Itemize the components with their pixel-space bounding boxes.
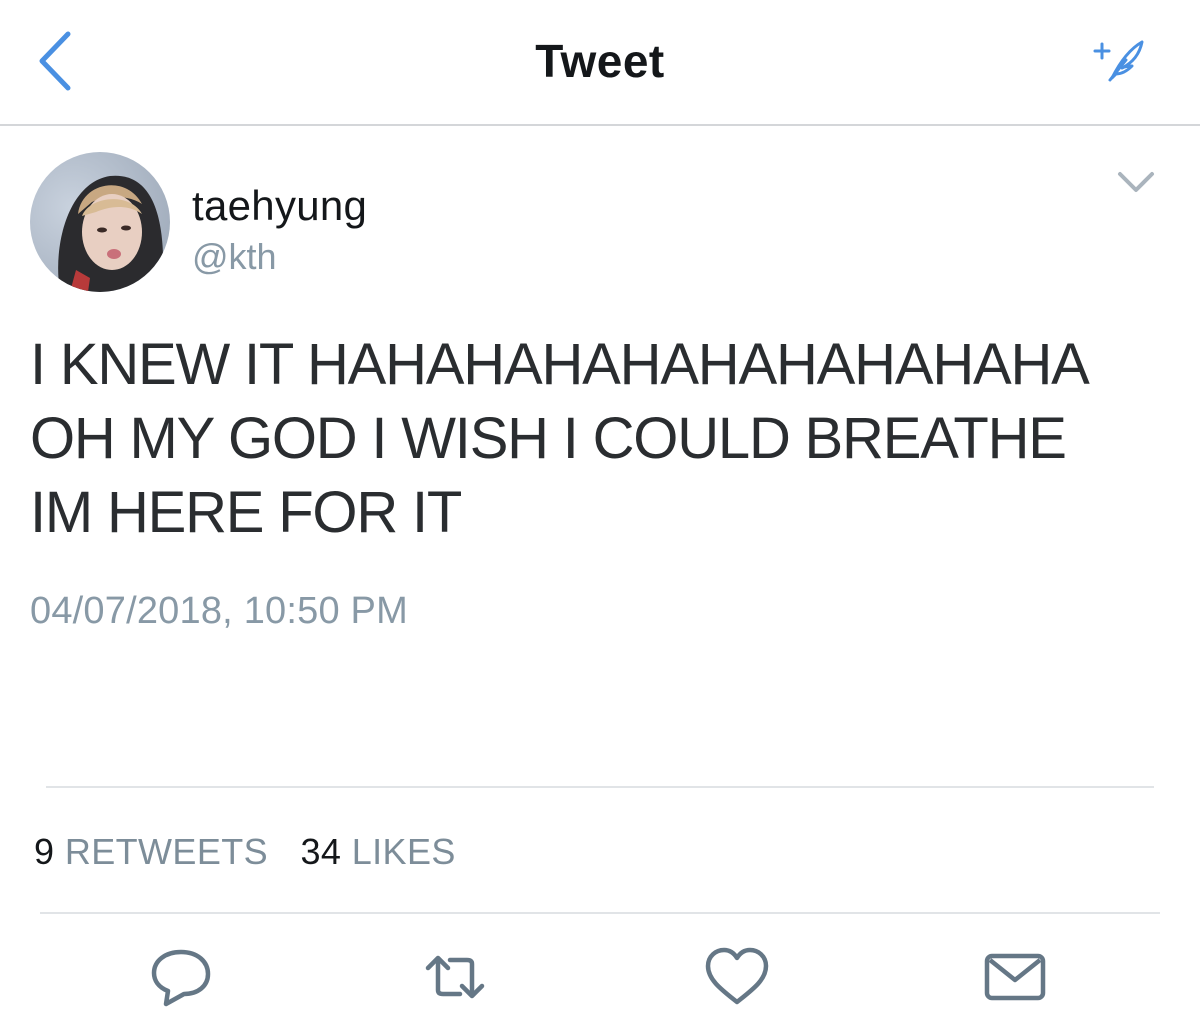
likes-count: 34 [300,831,342,872]
retweets-stat[interactable]: 9 RETWEETS [34,831,300,872]
retweet-icon [425,955,485,999]
compose-tweet-button[interactable] [1090,36,1148,84]
header-divider [0,124,1200,126]
tweet-text-line: IM HERE FOR IT [30,480,462,545]
heart-icon [705,947,769,1005]
retweets-count: 9 [34,831,55,872]
tweet-stats: 9 RETWEETS 34 LIKES [34,831,478,873]
author-handle[interactable]: @kth [192,236,277,278]
tweet-text: I KNEW IT HAHAHAHAHAHAHAHAHAHA OH MY GOD… [30,328,1180,550]
like-button[interactable] [702,944,772,1010]
profile-photo [30,152,170,292]
avatar[interactable] [30,152,170,292]
reply-bubble-icon [151,949,211,1007]
reply-button[interactable] [146,944,216,1010]
envelope-icon [984,953,1046,1001]
author-display-name[interactable]: taehyung [192,182,367,230]
divider [40,912,1160,914]
tweet-options-button[interactable] [1112,164,1160,200]
likes-stat[interactable]: 34 LIKES [300,831,477,872]
retweets-label: RETWEETS [64,831,269,872]
page-title: Tweet [535,35,665,87]
chevron-down-icon [1118,172,1154,192]
share-via-message-button[interactable] [980,944,1050,1010]
likes-label: LIKES [351,831,456,872]
nav-header: Tweet [0,0,1200,126]
retweet-button[interactable] [420,944,490,1010]
divider [46,786,1154,788]
tweet-text-line: OH MY GOD I WISH I COULD BREATHE [30,406,1067,471]
tweet-text-line: I KNEW IT HAHAHAHAHAHAHAHAHAHA [30,332,1090,397]
tweet-timestamp: 04/07/2018, 10:50 PM [30,590,408,632]
compose-feather-icon [1093,40,1144,82]
